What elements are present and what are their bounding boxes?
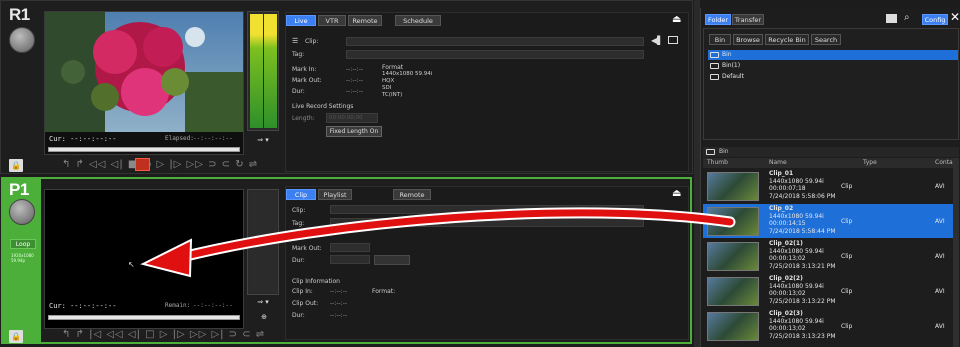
app-window: R1 Cur: --:--:--:-- Elapsed: --:--:--:--… bbox=[0, 0, 960, 347]
drag-arrow-annotation bbox=[140, 207, 736, 278]
